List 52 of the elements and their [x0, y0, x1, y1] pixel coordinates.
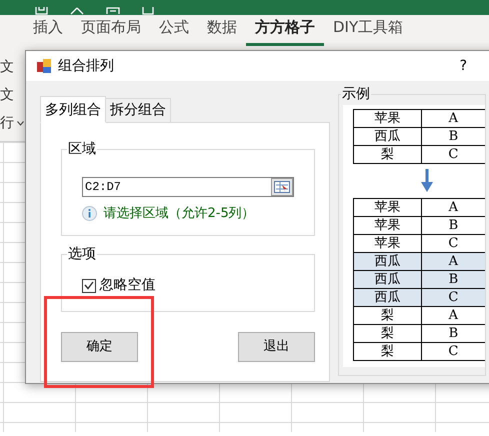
table-cell: 西瓜: [354, 288, 422, 306]
down-arrow-icon: [421, 169, 433, 193]
ribbon-tab[interactable]: 页面布局: [72, 14, 150, 46]
table-cell: B: [421, 128, 485, 146]
table-cell: A: [421, 306, 485, 324]
table-cell: 西瓜: [354, 252, 422, 270]
table-cell: A: [421, 110, 485, 128]
ribbon-tab[interactable]: 方方格子: [246, 14, 324, 46]
table-cell: B: [421, 324, 485, 342]
ribbon-tab[interactable]: 数据: [198, 14, 246, 46]
checkbox-label: 忽略空值: [99, 276, 156, 295]
ribbon-tab[interactable]: 公式: [150, 14, 198, 46]
range-field[interactable]: C2:D7: [82, 177, 294, 197]
ribbon-tab[interactable]: 插入: [24, 14, 72, 46]
save-icon[interactable]: [35, 7, 48, 15]
ribbon-tab[interactable]: DIY工具箱: [324, 14, 412, 46]
checkbox[interactable]: [82, 278, 96, 292]
table-cell: C: [421, 146, 485, 164]
table-cell: C: [421, 288, 485, 306]
check-icon: [84, 281, 94, 290]
table-cell: 苹果: [354, 110, 422, 128]
hint-text: 请选择区域（允许2-5列）: [104, 204, 255, 222]
app-icon: [36, 58, 52, 74]
table-cell: C: [421, 342, 485, 360]
table-cell: 西瓜: [354, 270, 422, 288]
dialog-tab[interactable]: 多列组合: [40, 96, 106, 123]
table-cell: 梨: [354, 146, 422, 164]
undo-icon[interactable]: [70, 7, 84, 15]
window-icon[interactable]: [142, 7, 154, 15]
range-value: C2:D7: [85, 179, 122, 196]
table-cell: 梨: [354, 342, 422, 360]
table-cell: 梨: [354, 324, 422, 342]
print-icon[interactable]: [106, 7, 120, 15]
table-cell: B: [421, 216, 485, 234]
table-cell: 西瓜: [354, 128, 422, 146]
dialog-tab[interactable]: 拆分组合: [105, 98, 171, 123]
table-cell: 梨: [354, 306, 422, 324]
ribbon-label[interactable]: 文: [0, 85, 14, 106]
ribbon-label[interactable]: 行: [0, 113, 14, 134]
table-cell: 苹果: [354, 198, 422, 216]
table-cell: A: [421, 252, 485, 270]
info-icon: [82, 206, 97, 221]
table-cell: 苹果: [354, 216, 422, 234]
caret-icon[interactable]: [17, 121, 24, 126]
table-cell: A: [421, 198, 485, 216]
ribbon-label[interactable]: 文: [0, 57, 14, 78]
range-picker-button[interactable]: [271, 178, 293, 196]
table-cell: B: [421, 270, 485, 288]
window-title: 组合排列: [58, 56, 114, 76]
dialog-button[interactable]: 退出: [238, 332, 315, 362]
help-button[interactable]: ?: [460, 56, 467, 76]
dialog-button[interactable]: 确定: [61, 332, 138, 362]
